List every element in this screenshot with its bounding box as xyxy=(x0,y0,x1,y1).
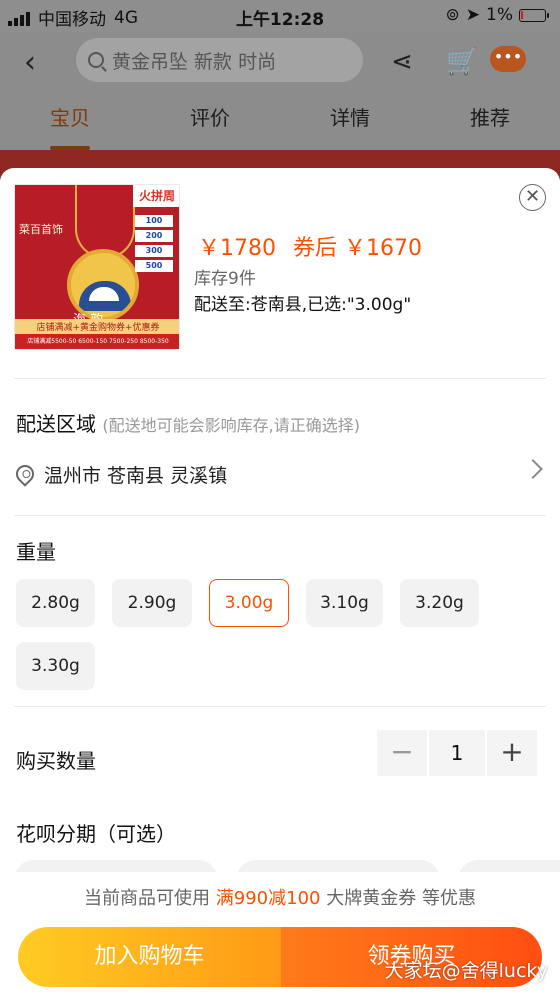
thumbnail-coupon: 100 xyxy=(135,215,173,227)
divider xyxy=(14,706,546,707)
search-box[interactable]: 黄金吊坠 新款 时尚 xyxy=(76,38,363,82)
promo-highlight: 满990减100 xyxy=(215,888,321,909)
installment-title: 花呗分期（可选） xyxy=(16,822,176,846)
cart-icon[interactable]: 🛒 xyxy=(446,46,478,78)
quantity-stepper: − 1 + xyxy=(377,730,537,776)
close-icon[interactable]: ✕ xyxy=(519,184,546,211)
thumbnail-coupon: 300 xyxy=(135,245,173,257)
delivery-address: 温州市 苍南县 灵溪镇 xyxy=(44,464,228,487)
thumbnail-banner-bottom: 店铺满减5500-50 6500-150 7500-250 8500-350 xyxy=(15,334,179,349)
promo-suffix: 大牌黄金券 等优惠 xyxy=(326,888,476,909)
delivery-title: 配送区域 (配送地可能会影响库存,请正确选择) xyxy=(16,408,360,437)
delivery-title-label: 配送区域 xyxy=(16,412,96,436)
price-line: ￥1780 券后 ￥1670 xyxy=(198,230,432,262)
thumbnail-coupon: 200 xyxy=(135,230,173,242)
delivery-address-row[interactable]: 温州市 苍南县 灵溪镇 xyxy=(12,460,544,488)
rotation-lock-icon: ⊚ xyxy=(445,5,460,25)
tab-item[interactable]: 宝贝 xyxy=(0,102,140,142)
thumbnail-coupon: 500 xyxy=(135,260,173,272)
necklace-chain-graphic xyxy=(75,185,135,259)
location-icon: ➤ xyxy=(465,5,481,25)
thumbnail-banner: 店铺满减+黄金购物券+优惠券 店铺满减5500-50 6500-150 7500… xyxy=(15,319,179,349)
price: ￥1780 xyxy=(198,236,276,261)
quantity-label: 购买数量 xyxy=(16,749,96,773)
weight-option[interactable]: 3.10g xyxy=(306,579,383,627)
status-bar: 中国移动 4G 上午12:28 ⊚ ➤ 1% xyxy=(0,0,560,32)
detail-tabs: 宝贝 评价 详情 推荐 xyxy=(0,102,560,142)
tab-reviews[interactable]: 评价 xyxy=(140,102,280,142)
weight-option[interactable]: 3.20g xyxy=(400,579,479,627)
promo-bar: 当前商品可使用 满990减100 大牌黄金券 等优惠 xyxy=(0,872,560,926)
weight-option[interactable]: 2.80g xyxy=(16,579,95,627)
stock-count: 库存9件 xyxy=(194,269,256,289)
divider xyxy=(14,515,546,516)
weight-option[interactable]: 2.90g xyxy=(112,579,192,627)
search-icon xyxy=(88,52,104,68)
increment-button[interactable]: + xyxy=(487,730,537,776)
tab-details[interactable]: 详情 xyxy=(280,102,420,142)
tab-recommend[interactable]: 推荐 xyxy=(420,102,560,142)
quantity-value[interactable]: 1 xyxy=(429,730,485,776)
location-pin-icon xyxy=(12,461,38,487)
battery-label: 1% xyxy=(486,5,513,25)
share-icon[interactable]: ⋖ xyxy=(386,46,418,78)
thumbnail-banner-top: 店铺满减+黄金购物券+优惠券 xyxy=(36,323,160,333)
back-arrow-icon[interactable]: ‹ xyxy=(24,48,54,78)
promo-prefix: 当前商品可使用 xyxy=(84,888,211,909)
divider xyxy=(14,378,546,379)
watermark: 大家坛@舍得lucky xyxy=(384,960,548,982)
add-to-cart-button[interactable]: 加入购物车 xyxy=(18,927,281,987)
thumbnail-coupon-list: 100 200 300 500 xyxy=(135,215,173,272)
weight-title: 重量 xyxy=(16,540,56,564)
page-header: ‹ 黄金吊坠 新款 时尚 ⋖ 🛒 ••• 宝贝 评价 详情 推荐 xyxy=(0,32,560,150)
sku-selection-sheet: 菜百首饰 火拼周 100 200 300 500 海 韵 … 店铺满减+黄金购物… xyxy=(0,168,560,996)
coupon-price: 券后 ￥1670 xyxy=(293,236,422,261)
search-placeholder: 黄金吊坠 新款 时尚 xyxy=(112,50,277,73)
thumbnail-brand-text: 菜百首饰 xyxy=(19,223,63,236)
weight-option[interactable]: 3.30g xyxy=(16,642,95,690)
decrement-button[interactable]: − xyxy=(377,730,427,776)
status-right: ⊚ ➤ 1% xyxy=(445,5,549,25)
more-menu-button[interactable]: ••• xyxy=(490,46,526,72)
battery-icon xyxy=(519,8,549,22)
more-icon[interactable]: ••• xyxy=(490,46,538,78)
product-thumbnail[interactable]: 菜百首饰 火拼周 100 200 300 500 海 韵 … 店铺满减+黄金购物… xyxy=(14,184,180,350)
shipping-selection: 配送至:苍南县,已选:"3.00g" xyxy=(194,295,412,315)
delivery-hint: (配送地可能会影响库存,请正确选择) xyxy=(102,416,360,435)
thumbnail-promo-stamp: 火拼周 xyxy=(133,185,179,207)
weight-option-selected[interactable]: 3.00g xyxy=(209,579,289,627)
